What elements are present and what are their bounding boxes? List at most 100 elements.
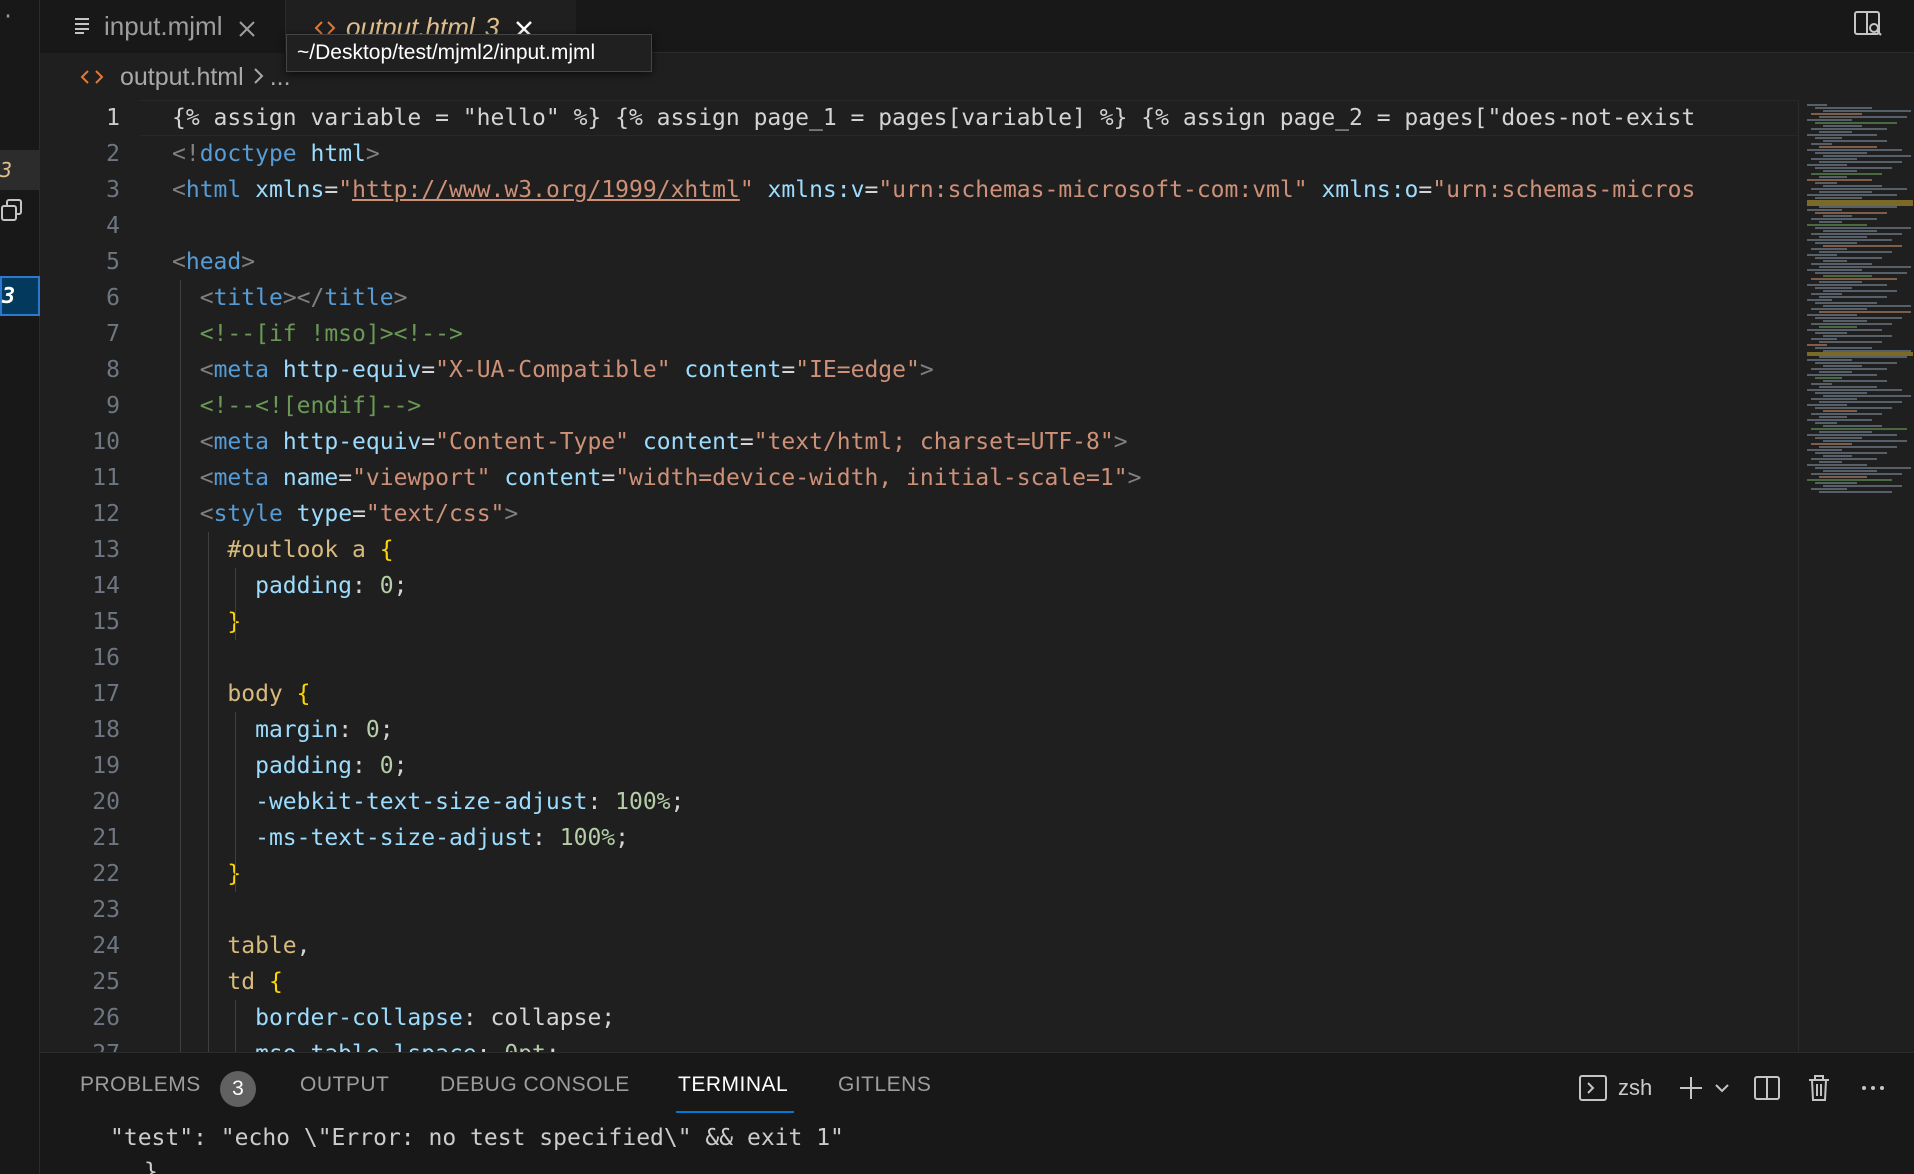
terminal-prompt-icon[interactable]	[1578, 1073, 1610, 1105]
code-line[interactable]: <html xmlns="http://www.w3.org/1999/xhtm…	[172, 172, 1695, 208]
activity-source-control-badge[interactable]: 3	[0, 276, 40, 316]
minimap-line	[1823, 185, 1882, 187]
minimap-line	[1811, 158, 1857, 160]
split-terminal-icon[interactable]	[1752, 1073, 1784, 1105]
panel-tab-debug-console[interactable]: DEBUG CONSOLE	[440, 1073, 630, 1107]
minimap-line	[1823, 305, 1911, 307]
terminal-shell-name[interactable]: zsh	[1618, 1075, 1652, 1101]
minimap-line	[1811, 263, 1872, 265]
minimap-line	[1815, 167, 1892, 169]
breadcrumb-file[interactable]: output.html	[120, 63, 244, 92]
code-token: ;	[393, 753, 408, 779]
line-number: 5	[106, 249, 120, 275]
panel-tab-terminal[interactable]: TERMINAL	[678, 1073, 788, 1107]
code-token: ;	[615, 825, 629, 851]
code-token: content	[504, 465, 602, 491]
activity-badge-count: 3	[2, 284, 16, 309]
activity-problems-badge[interactable]: 3	[0, 150, 40, 190]
more-actions-icon[interactable]	[1858, 1073, 1890, 1105]
code-line[interactable]: -webkit-text-size-adjust: 100%;	[172, 784, 684, 820]
open-preview-split-icon[interactable]	[1852, 8, 1886, 42]
minimap-line	[1823, 485, 1902, 487]
panel-tab-gitlens[interactable]: GITLENS	[838, 1073, 931, 1107]
minimap-line	[1811, 218, 1877, 220]
code-token: meta	[213, 357, 269, 383]
minimap-line	[1811, 233, 1902, 235]
code-line[interactable]: border-collapse: collapse;	[172, 1000, 615, 1036]
code-token: "Content-Type"	[435, 429, 630, 455]
code-token: mso-table-lspace	[255, 1041, 477, 1052]
new-terminal-plus-icon[interactable]	[1676, 1073, 1708, 1105]
minimap-line	[1815, 392, 1867, 394]
minimap-line	[1815, 362, 1897, 364]
code-line[interactable]: {% assign variable = "hello" %} {% assig…	[172, 100, 1695, 136]
code-token: =	[1418, 177, 1433, 203]
tab-input-mjml[interactable]: input.mjml	[40, 0, 286, 53]
terminal-output[interactable]: "test": "echo \"Error: no test specified…	[40, 1125, 1914, 1174]
code-token: table	[227, 933, 297, 959]
code-line[interactable]: table,	[172, 928, 310, 964]
activity-badge-count: 3	[0, 158, 13, 182]
code-line[interactable]: <!--[if !mso]><!-->	[172, 316, 463, 352]
minimap-line	[1811, 398, 1857, 400]
minimap-line	[1807, 164, 1847, 166]
explorer-copy-icon[interactable]	[0, 192, 40, 232]
line-number: 24	[92, 933, 120, 959]
code-line[interactable]: <title></title>	[172, 280, 408, 316]
code-line[interactable]: body {	[172, 676, 311, 712]
minimap-line	[1811, 338, 1837, 340]
minimap-line	[1807, 119, 1852, 121]
minimap-line	[1819, 341, 1882, 343]
activity-more-icon[interactable]: ·	[0, 4, 40, 44]
minimap[interactable]	[1798, 100, 1914, 1052]
chevron-down-icon[interactable]	[1712, 1073, 1744, 1105]
trash-icon[interactable]	[1804, 1073, 1836, 1105]
indent-guide	[235, 568, 237, 640]
line-number: 22	[92, 861, 120, 887]
code-line[interactable]: <meta http-equiv="X-UA-Compatible" conte…	[172, 352, 934, 388]
minimap-line	[1815, 242, 1857, 244]
minimap-line	[1807, 419, 1872, 421]
line-number: 25	[92, 969, 120, 995]
code-line[interactable]: <meta name="viewport" content="width=dev…	[172, 460, 1142, 496]
minimap-line	[1819, 416, 1847, 418]
code-line[interactable]: mso-table-lspace: 0pt;	[172, 1036, 560, 1052]
panel-tab-output[interactable]: OUTPUT	[300, 1073, 389, 1107]
minimap-line	[1823, 215, 1852, 217]
code-line[interactable]: <head>	[172, 244, 255, 280]
code-line[interactable]: #outlook a {	[172, 532, 393, 568]
minimap-line	[1815, 197, 1862, 199]
code-line[interactable]: <!doctype html>	[172, 136, 380, 172]
code-editor[interactable]: 1 2 3 4 5 6 7 8 9 10 11 12 13 14 15 16 17 18 19 20 21 22 23 24 2…	[40, 100, 1914, 1052]
minimap-line	[1815, 482, 1857, 484]
line-number: 16	[92, 645, 120, 671]
code-token: =	[421, 357, 436, 383]
code-line[interactable]: <style type="text/css">	[172, 496, 519, 532]
code-token: :	[352, 753, 380, 779]
code-token: =	[864, 177, 879, 203]
code-token: {	[296, 681, 311, 707]
minimap-line	[1807, 134, 1877, 136]
minimap-line	[1815, 332, 1847, 334]
close-icon[interactable]	[236, 16, 258, 38]
code-token: <	[172, 177, 186, 203]
code-content[interactable]: {% assign variable = "hello" %} {% assig…	[172, 100, 1797, 1052]
code-line[interactable]: -ms-text-size-adjust: 100%;	[172, 820, 629, 856]
panel-tab-problems[interactable]: PROBLEMS	[80, 1073, 201, 1107]
minimap-highlight	[1807, 352, 1913, 356]
minimap-line	[1823, 470, 1877, 472]
code-token: "viewport"	[352, 465, 491, 491]
code-token: =	[421, 429, 436, 455]
code-line[interactable]: td {	[172, 964, 282, 1000]
code-line[interactable]: <!--<![endif]-->	[172, 388, 422, 424]
minimap-line	[1811, 143, 1832, 145]
code-line[interactable]: margin: 0;	[172, 712, 394, 748]
line-number: 23	[92, 897, 120, 923]
code-line[interactable]: <meta http-equiv="Content-Type" content=…	[172, 424, 1128, 460]
